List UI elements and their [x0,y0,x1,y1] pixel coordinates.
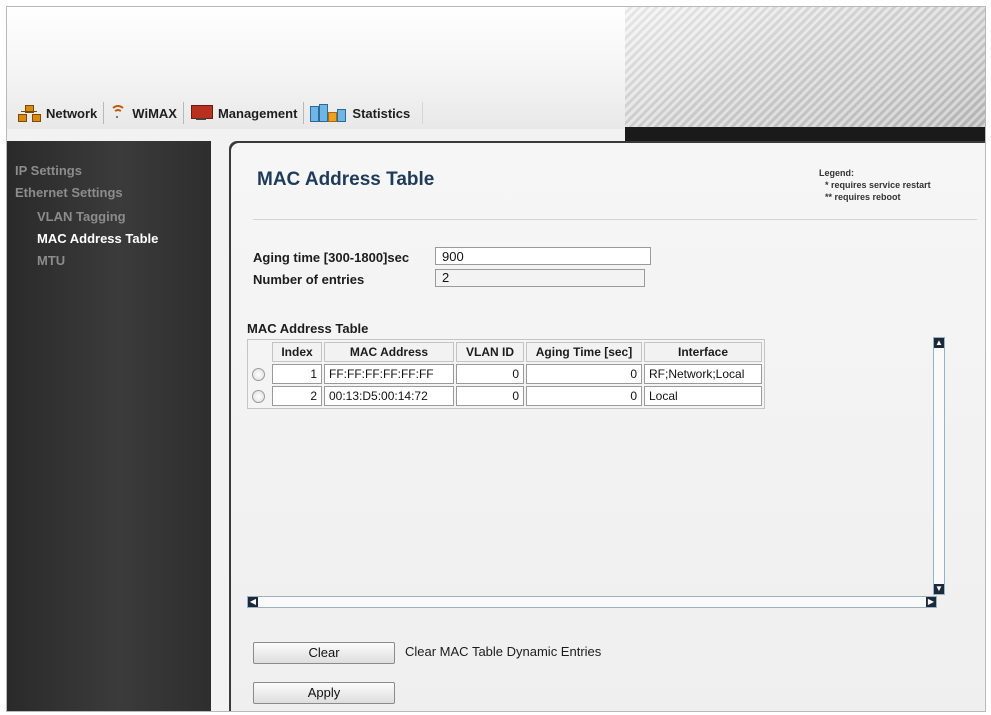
tab-network-label: Network [46,105,98,121]
content-panel: MAC Address Table Legend: * requires ser… [229,141,985,711]
legend-reboot-marker: ** [825,192,833,202]
horizontal-scrollbar[interactable]: ◀ ▶ [247,596,937,608]
tab-separator [422,102,424,124]
tab-network[interactable]: Network [12,99,103,127]
legend-restart-marker: * [825,180,829,190]
wifi-icon [110,105,127,121]
sidebar-item-mtu[interactable]: MTU [37,253,65,268]
table-header: Index MAC Address VLAN ID Aging Time [se… [250,342,762,362]
main-nav: Network WiMAX Management Statistics [12,99,424,127]
mac-table-title: MAC Address Table [247,321,369,336]
title-divider [253,219,977,220]
aging-time-label: Aging time [300-1800]sec [253,250,410,265]
legend: Legend: * requires service restart ** re… [819,167,931,203]
row-select-radio[interactable] [252,389,265,403]
column-header-index: Index [272,342,322,362]
chart-icon [310,104,347,122]
cell-aging-time: 0 [526,386,642,406]
column-header-aging-time: Aging Time [sec] [526,342,642,362]
row-select-radio[interactable] [252,367,265,381]
table-row: 2 00:13:D5:00:14:72 0 0 Local [250,386,762,406]
header: Network WiMAX Management Statistics [7,7,985,141]
tab-wimax[interactable]: WiMAX [104,99,183,127]
cell-vlan-id: 0 [456,364,524,384]
cell-index: 1 [272,364,322,384]
legend-restart: * requires service restart [819,179,931,191]
column-header-mac-address: MAC Address [324,342,454,362]
column-header-interface: Interface [644,342,762,362]
tab-management[interactable]: Management [184,99,303,127]
legend-restart-text: requires service restart [831,180,931,190]
column-header-vlan-id: VLAN ID [456,342,524,362]
network-icon [18,105,41,122]
legend-reboot: ** requires reboot [819,191,931,203]
cell-interface: RF;Network;Local [644,364,762,384]
cell-index: 2 [272,386,322,406]
cell-mac-address: FF:FF:FF:FF:FF:FF [324,364,454,384]
clear-description: Clear MAC Table Dynamic Entries [405,644,602,659]
monitor-icon [190,105,213,121]
sidebar-item-ethernet-settings[interactable]: Ethernet Settings [15,185,123,200]
cell-interface: Local [644,386,762,406]
aging-time-input[interactable] [435,247,651,265]
clear-button[interactable]: Clear [253,642,395,664]
scroll-up-icon[interactable]: ▲ [934,338,944,348]
sidebar-item-ip-settings[interactable]: IP Settings [15,163,82,178]
header-divider [625,127,985,141]
page-title: MAC Address Table [257,169,435,190]
scroll-right-icon[interactable]: ▶ [926,597,936,607]
tab-statistics[interactable]: Statistics [304,99,416,127]
tab-management-label: Management [217,105,298,121]
table-row: 1 FF:FF:FF:FF:FF:FF 0 0 RF;Network;Local [250,364,762,384]
select-column-header [250,342,270,362]
scroll-down-icon[interactable]: ▼ [934,584,944,594]
cell-mac-address: 00:13:D5:00:14:72 [324,386,454,406]
cell-aging-time: 0 [526,364,642,384]
scroll-left-icon[interactable]: ◀ [248,597,258,607]
tab-statistics-label: Statistics [352,105,411,121]
tab-wimax-label: WiMAX [132,105,177,121]
entries-field: 2 [435,269,645,287]
sidebar-item-vlan-tagging[interactable]: VLAN Tagging [37,209,126,224]
header-banner [625,7,985,127]
sidebar: IP Settings Ethernet Settings VLAN Taggi… [7,141,211,711]
legend-reboot-text: requires reboot [834,192,901,202]
mac-table: Index MAC Address VLAN ID Aging Time [se… [247,339,767,409]
cell-vlan-id: 0 [456,386,524,406]
vertical-scrollbar[interactable]: ▲ ▼ [933,337,945,595]
apply-button[interactable]: Apply [253,682,395,704]
entries-label: Number of entries [253,272,365,287]
app-window: Network WiMAX Management Statistics IP S… [6,6,986,712]
sidebar-item-mac-address-table[interactable]: MAC Address Table [37,231,158,246]
legend-title: Legend: [819,168,854,178]
